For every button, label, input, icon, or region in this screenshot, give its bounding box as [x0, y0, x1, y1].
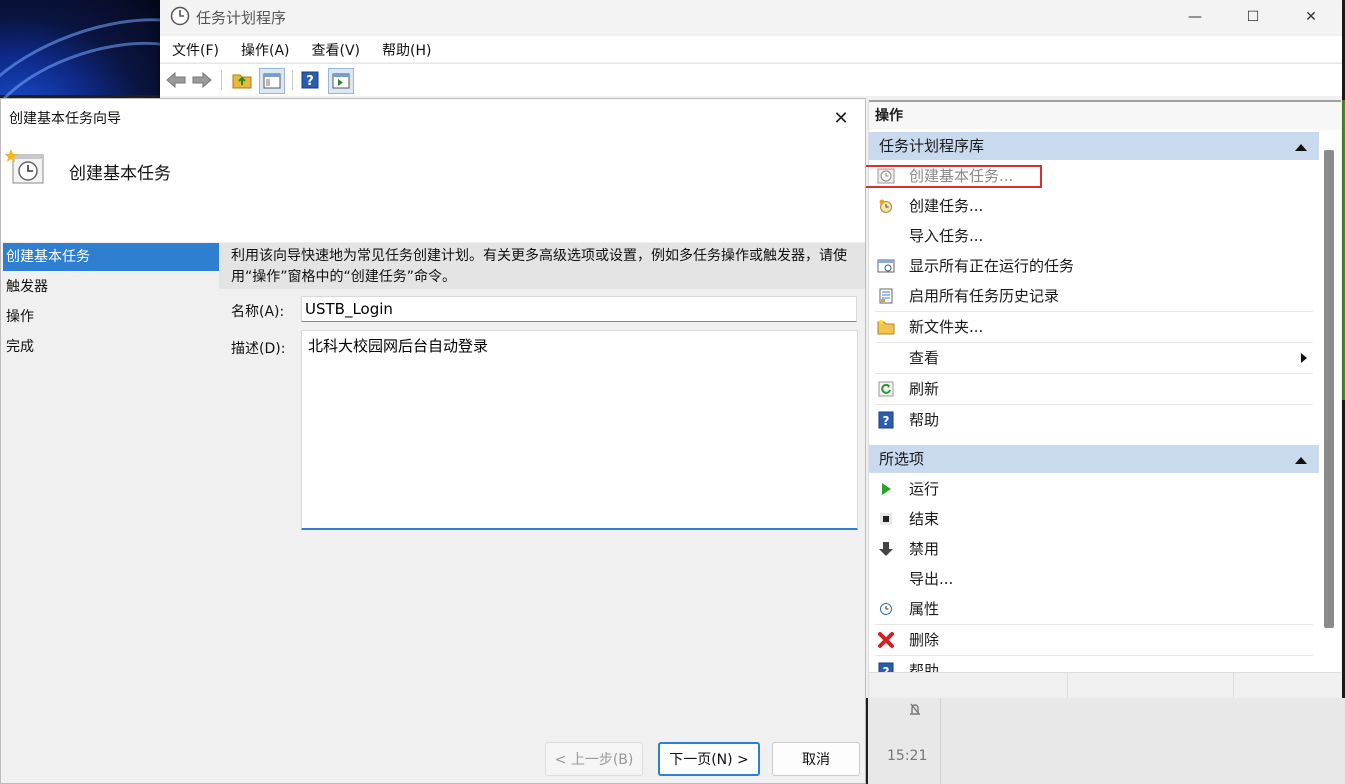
notification-bell-icon[interactable]	[906, 700, 924, 722]
folder-icon	[877, 319, 895, 335]
section-title: 所选项	[879, 450, 925, 468]
menu-view[interactable]: 查看(V)	[300, 36, 371, 62]
back-button[interactable]: < 上一步(B)	[545, 742, 643, 776]
show-action-pane-icon[interactable]	[328, 68, 354, 94]
clock-app-icon	[170, 6, 190, 26]
wizard-header: 创建基本任务	[1, 137, 865, 242]
actions-pane-header: 操作	[869, 100, 1341, 130]
action-enable-history[interactable]: 启用所有任务历史记录	[869, 281, 1313, 311]
stop-icon	[877, 511, 895, 527]
action-refresh[interactable]: 刷新	[869, 374, 1313, 404]
section-task-library[interactable]: 任务计划程序库	[869, 132, 1319, 160]
action-run[interactable]: 运行	[869, 474, 1313, 504]
step-action[interactable]: 操作	[3, 303, 219, 331]
actions-pane: 操作 任务计划程序库 创建基本任务... 创建任务... 导入任务... 显示所…	[868, 100, 1341, 698]
wizard-heading: 创建基本任务	[69, 164, 171, 184]
collapse-arrow-icon[interactable]	[1295, 457, 1307, 464]
running-tasks-icon	[877, 258, 895, 274]
wizard-close-button[interactable]: ✕	[827, 105, 855, 131]
minimize-button[interactable]: —	[1166, 0, 1224, 34]
basic-task-wizard-icon	[5, 149, 44, 184]
taskbar-divider	[940, 698, 941, 784]
next-button[interactable]: 下一页(N) >	[658, 742, 760, 776]
help-icon: ?	[877, 411, 895, 429]
action-view[interactable]: 查看	[869, 343, 1313, 373]
properties-icon	[877, 601, 895, 617]
refresh-icon	[877, 381, 895, 397]
action-new-folder[interactable]: 新文件夹...	[869, 312, 1313, 342]
svg-text:?: ?	[306, 74, 314, 89]
taskbar-clock[interactable]: 15:21	[887, 748, 927, 764]
wizard-title-bar: 创建基本任务向导 ✕	[1, 99, 865, 137]
step-trigger[interactable]: 触发器	[3, 273, 219, 301]
disable-icon	[877, 541, 895, 557]
cancel-button[interactable]: 取消	[772, 742, 860, 776]
collapse-arrow-icon[interactable]	[1295, 144, 1307, 151]
wizard-step-nav: 创建基本任务 触发器 操作 完成	[1, 243, 219, 743]
menu-help[interactable]: 帮助(H)	[370, 36, 441, 62]
menu-bar: 文件(F) 操作(A) 查看(V) 帮助(H)	[160, 36, 1342, 62]
status-bar	[869, 672, 1341, 698]
wallpaper	[0, 0, 240, 200]
svg-text:?: ?	[883, 414, 890, 428]
wizard-title: 创建基本任务向导	[9, 111, 121, 127]
submenu-arrow-icon	[1301, 353, 1307, 363]
action-properties[interactable]: 属性	[869, 594, 1313, 624]
title-bar: 任务计划程序 — ☐ ✕	[160, 0, 1342, 34]
action-end[interactable]: 结束	[869, 504, 1313, 534]
action-create-task[interactable]: 创建任务...	[869, 191, 1313, 221]
red-highlight-box	[862, 165, 1042, 188]
wizard-description: 利用该向导快速地为常见任务创建计划。有关更多高级选项或设置，例如多任务操作或触发…	[231, 248, 847, 285]
step-finish[interactable]: 完成	[3, 333, 219, 361]
name-input[interactable]	[301, 296, 857, 322]
close-button[interactable]: ✕	[1282, 0, 1340, 34]
menu-action[interactable]: 操作(A)	[229, 36, 300, 62]
delete-icon	[877, 632, 895, 648]
task-icon	[877, 198, 895, 214]
run-icon	[877, 481, 895, 497]
help-icon[interactable]: ?	[298, 68, 322, 92]
menu-file[interactable]: 文件(F)	[160, 36, 229, 62]
section-title: 任务计划程序库	[879, 137, 985, 155]
show-console-tree-icon[interactable]	[259, 68, 285, 94]
maximize-button[interactable]: ☐	[1224, 0, 1282, 34]
actions-scrollbar[interactable]	[1324, 150, 1334, 628]
description-label: 描述(D):	[231, 341, 286, 357]
app-title: 任务计划程序	[196, 9, 287, 27]
step-create-basic-task[interactable]: 创建基本任务	[3, 243, 219, 271]
back-arrow-icon[interactable]	[164, 68, 188, 92]
create-basic-task-wizard: 创建基本任务向导 ✕ 创建基本任务 创建基本任务 触发器 操作 完成 利用该向导…	[0, 98, 866, 784]
up-folder-icon[interactable]	[230, 68, 254, 92]
action-import-task[interactable]: 导入任务...	[869, 221, 1313, 251]
action-help[interactable]: ? 帮助	[869, 405, 1313, 435]
name-label: 名称(A):	[231, 304, 285, 320]
history-icon	[877, 288, 895, 304]
description-textarea[interactable]: 北科大校园网后台自动登录	[301, 330, 858, 530]
action-export[interactable]: 导出...	[869, 564, 1313, 594]
toolbar: ?	[160, 63, 1342, 96]
action-disable[interactable]: 禁用	[869, 534, 1313, 564]
action-show-running[interactable]: 显示所有正在运行的任务	[869, 251, 1313, 281]
section-selected-item[interactable]: 所选项	[869, 445, 1319, 473]
action-delete[interactable]: 删除	[869, 625, 1313, 655]
forward-arrow-icon[interactable]	[190, 68, 214, 92]
